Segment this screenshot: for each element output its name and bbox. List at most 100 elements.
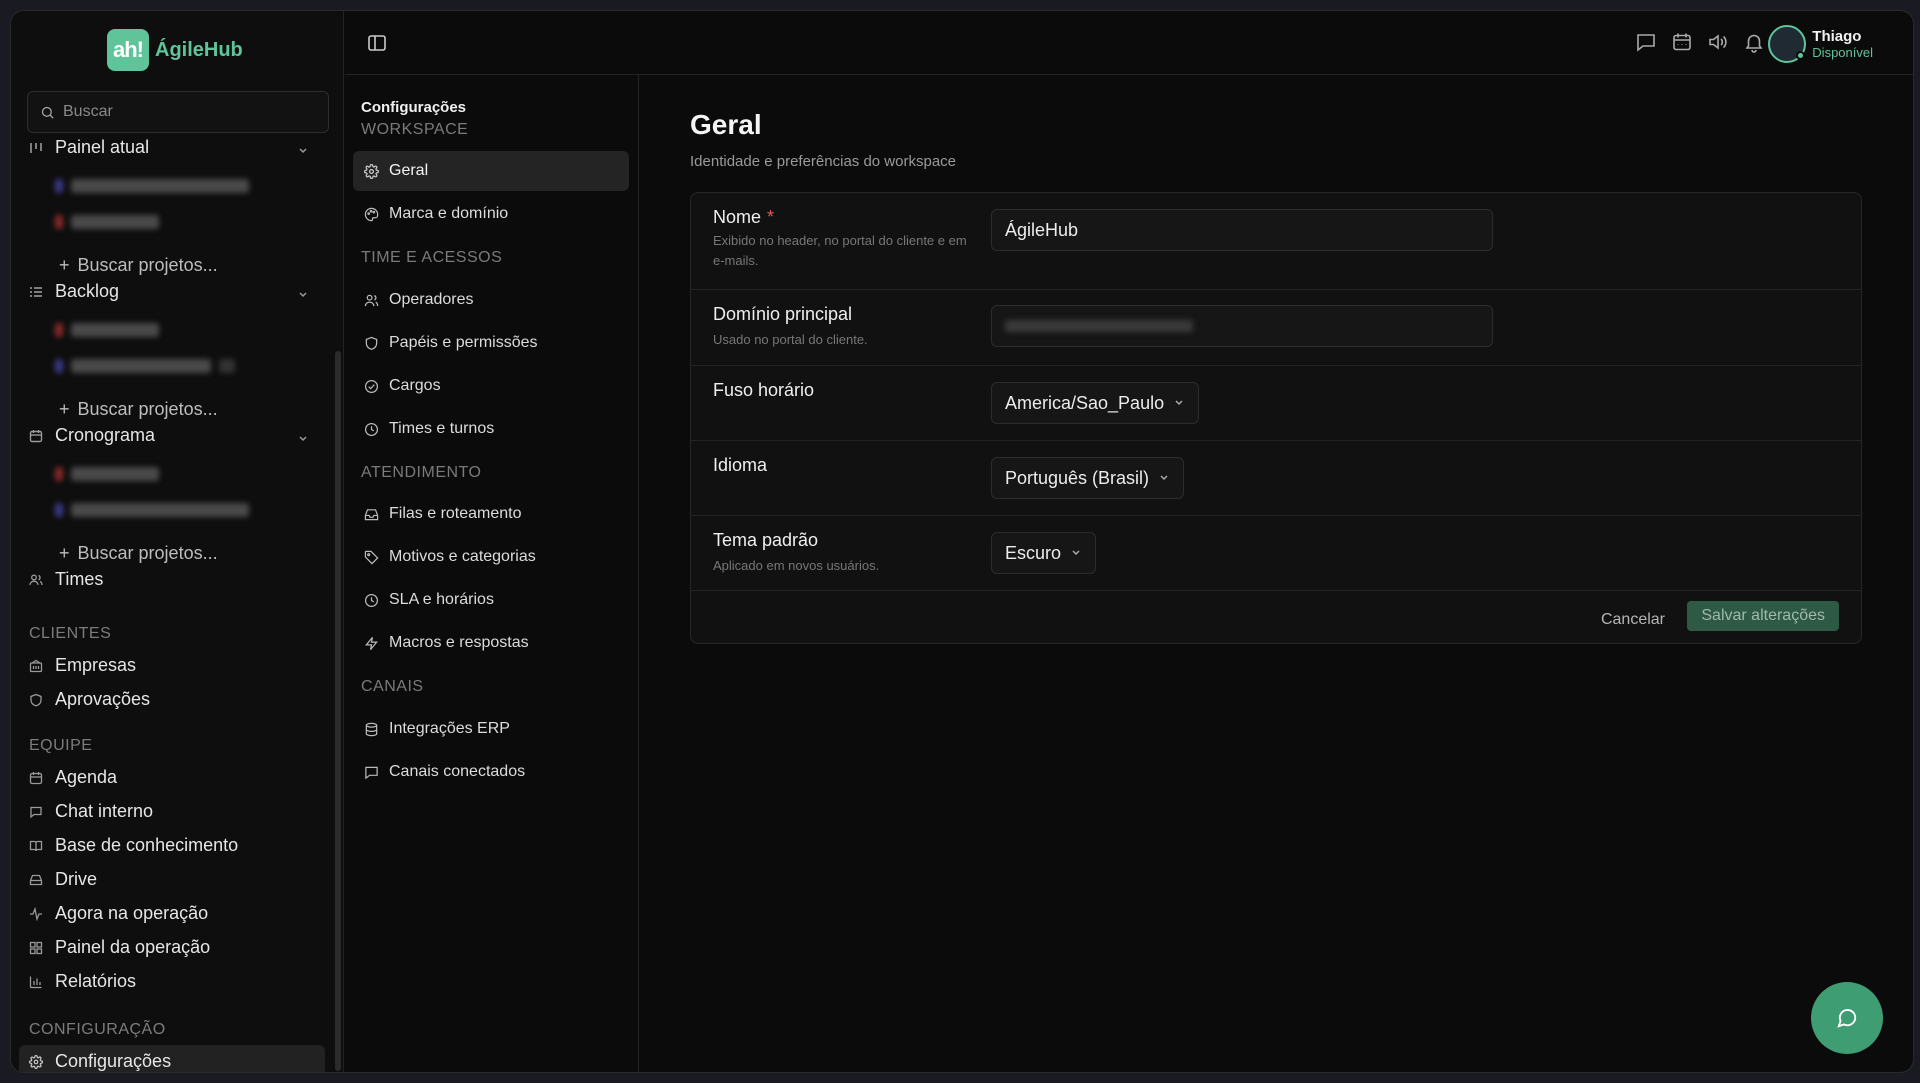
sidebar-toggle-icon[interactable]	[367, 33, 387, 53]
dominio-input[interactable]	[991, 305, 1493, 347]
settings-item-macros[interactable]: Macros e respostas	[353, 623, 629, 663]
redacted-project	[55, 215, 63, 229]
fuso-select[interactable]: America/Sao_Paulo	[991, 382, 1200, 424]
save-button[interactable]: Salvar alterações	[1687, 601, 1839, 631]
search-box[interactable]	[27, 91, 329, 133]
plus-icon: +	[59, 399, 70, 419]
logo[interactable]: ah! ÁgileHub	[107, 29, 243, 71]
sidebar-item-aprovacoes[interactable]: Aprovações	[29, 689, 150, 710]
sidebar-item-agenda[interactable]: Agenda	[29, 767, 117, 788]
settings-item-cargos[interactable]: Cargos	[353, 366, 629, 406]
settings-item-label: Geral	[389, 162, 429, 179]
sidebar-item-label: Times	[55, 569, 104, 589]
settings-item-canais[interactable]: Canais conectados	[353, 752, 629, 792]
sidebar-item-configuracoes[interactable]: Configurações	[29, 1051, 171, 1072]
settings-section-title: WORKSPACE	[361, 121, 469, 138]
add-project-row[interactable]: + Buscar projetos...	[59, 255, 218, 276]
settings-item-label: Operadores	[389, 291, 474, 308]
settings-item-times-turnos[interactable]: Times e turnos	[353, 409, 629, 449]
settings-item-label: Motivos e categorias	[389, 548, 536, 565]
chevron-down-icon[interactable]	[298, 146, 308, 156]
settings-section-title: ATENDIMENTO	[361, 464, 482, 481]
settings-item-operadores[interactable]: Operadores	[353, 280, 629, 320]
sidebar-item-times[interactable]: Times	[29, 569, 103, 590]
bell-icon[interactable]	[1743, 31, 1765, 53]
top-actions	[1635, 31, 1765, 53]
settings-item-geral[interactable]: Geral	[353, 151, 629, 191]
settings-item-label: SLA e horários	[389, 591, 494, 608]
settings-section-title: TIME E ACESSOS	[361, 249, 503, 266]
settings-item-papeis[interactable]: Papéis e permissões	[353, 323, 629, 363]
grid-icon	[29, 941, 43, 955]
cancel-button[interactable]: Cancelar	[1601, 611, 1665, 629]
main-content: Geral Identidade e preferências do works…	[640, 75, 1913, 1072]
project-item[interactable]	[55, 467, 159, 481]
field-label: Idioma	[713, 455, 768, 475]
users-icon	[363, 292, 379, 308]
sidebar-item-label: Cronograma	[55, 425, 156, 445]
project-item[interactable]	[55, 503, 249, 517]
chevron-down-icon	[1175, 400, 1183, 406]
add-project-row[interactable]: + Buscar projetos...	[59, 399, 218, 420]
online-status-dot	[1796, 51, 1806, 60]
field-nome: Nome * Exibido no header, no portal do cl…	[691, 193, 1861, 290]
sidebar-item-painel-atual[interactable]: Painel atual	[29, 137, 149, 158]
sidebar-item-chat-interno[interactable]: Chat interno	[29, 801, 153, 822]
chat-bubble-icon	[1837, 1009, 1857, 1028]
redacted-project	[55, 323, 63, 337]
sidebar-item-base-conhecimento[interactable]: Base de conhecimento	[29, 835, 238, 856]
chevron-down-icon[interactable]	[298, 434, 308, 444]
tema-select[interactable]: Escuro	[991, 532, 1097, 574]
tag-icon	[363, 549, 379, 565]
search-icon	[41, 106, 54, 119]
settings-item-marca[interactable]: Marca e domínio	[353, 194, 629, 234]
redacted-project-name	[71, 359, 211, 373]
sidebar-item-backlog[interactable]: Backlog	[29, 281, 119, 302]
sidebar-item-label: Painel atual	[55, 137, 150, 157]
project-item[interactable]	[55, 179, 249, 193]
settings-item-erp[interactable]: Integrações ERP	[353, 709, 629, 749]
user-menu[interactable]: Thiago Disponível	[1768, 25, 1873, 63]
project-item[interactable]	[55, 215, 159, 229]
message-icon	[363, 764, 379, 780]
volume-icon[interactable]	[1707, 31, 1729, 53]
field-help: Aplicado em novos usuários.	[713, 558, 880, 573]
sidebar-item-empresas[interactable]: Empresas	[29, 655, 136, 676]
settings-title: Configurações	[361, 99, 467, 116]
idioma-select[interactable]: Português (Brasil)	[991, 457, 1185, 499]
nome-input[interactable]: ÁgileHub	[991, 209, 1493, 251]
app-window: ah! ÁgileHub Painel atual + Buscar projet…	[10, 10, 1914, 1073]
settings-item-sla[interactable]: SLA e horários	[353, 580, 629, 620]
add-project-row[interactable]: + Buscar projetos...	[59, 543, 218, 564]
settings-form-card: Nome * Exibido no header, no portal do cl…	[690, 192, 1862, 644]
settings-item-label: Filas e roteamento	[389, 505, 522, 522]
field-label: Tema padrão	[713, 530, 819, 550]
field-fuso: Fuso horário America/Sao_Paulo	[691, 366, 1861, 441]
sidebar-item-painel-operacao[interactable]: Painel da operação	[29, 937, 210, 958]
plus-icon: +	[59, 543, 70, 563]
settings-item-filas[interactable]: Filas e roteamento	[353, 494, 629, 534]
user-name: Thiago	[1812, 28, 1862, 45]
select-value: Português (Brasil)	[1005, 467, 1150, 488]
chat-fab-button[interactable]	[1811, 982, 1883, 1054]
sidebar-item-relatorios[interactable]: Relatórios	[29, 971, 136, 992]
sidebar: ah! ÁgileHub Painel atual + Buscar projet…	[11, 11, 344, 1072]
project-item[interactable]	[55, 323, 159, 337]
sidebar-item-agora-operacao[interactable]: Agora na operação	[29, 903, 208, 924]
calendar-icon[interactable]	[1671, 31, 1693, 53]
avatar	[1768, 25, 1807, 63]
sidebar-item-cronograma[interactable]: Cronograma	[29, 425, 155, 446]
chevron-down-icon	[1072, 550, 1080, 556]
hard-drive-icon	[29, 873, 43, 887]
chevron-down-icon[interactable]	[298, 290, 308, 300]
sidebar-scrollbar[interactable]	[335, 351, 341, 1071]
sidebar-item-drive[interactable]: Drive	[29, 869, 97, 890]
redacted-project-name	[71, 215, 159, 229]
clock-icon	[363, 421, 379, 437]
chat-icon[interactable]	[1635, 31, 1657, 53]
kanban-icon	[29, 141, 43, 155]
sidebar-item-label: Empresas	[55, 655, 137, 675]
project-item[interactable]	[55, 359, 235, 373]
search-input[interactable]	[63, 103, 303, 121]
settings-item-motivos[interactable]: Motivos e categorias	[353, 537, 629, 577]
